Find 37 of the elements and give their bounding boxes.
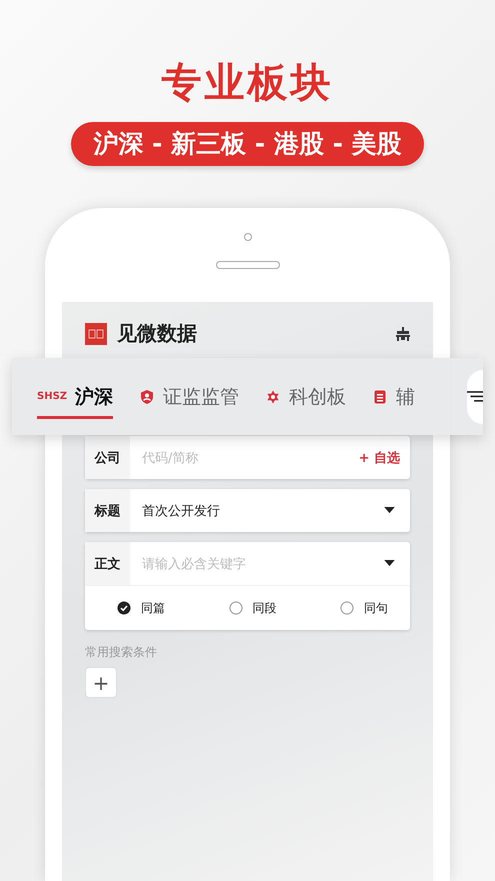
tab[interactable]: 证监监管 [139, 374, 240, 418]
field-label: 公司 [85, 436, 130, 479]
speaker-icon [216, 261, 280, 269]
field-placeholder: 请输入必含关键字 [141, 556, 247, 572]
field-value: 首次公开发行 [141, 502, 221, 520]
radio-button[interactable] [340, 601, 354, 615]
radio-label: 同句 [364, 600, 388, 616]
add-button[interactable]: + [85, 667, 117, 698]
shield-icon [139, 388, 156, 404]
field-placeholder: 代码/简称 [141, 450, 200, 466]
title-dropdown[interactable]: 标题 首次公开发行 [85, 489, 410, 532]
section-label: 常用搜索条件 [85, 644, 158, 661]
body-field[interactable]: 正文 请输入必含关键字 [85, 542, 410, 585]
caret-icon [384, 507, 395, 514]
markets-banner: 沪深 - 新三板 - 港股 - 美股 [71, 122, 424, 166]
star-icon [265, 388, 282, 404]
market-mark: SHSZ [37, 391, 68, 402]
caret-icon [384, 560, 395, 567]
radio-button[interactable] [117, 601, 131, 615]
logo-icon [85, 322, 107, 344]
add-watchlist-link[interactable]: + 自选 [358, 448, 410, 466]
headline: 专业板块 [162, 59, 334, 108]
company-field[interactable]: 公司 代码/简称 + 自选 [85, 436, 410, 479]
clipboard-icon [372, 388, 388, 404]
menu-button[interactable] [467, 370, 484, 424]
radio-button[interactable] [228, 601, 242, 615]
field-label: 标题 [85, 489, 130, 532]
radio-label: 同篇 [141, 600, 165, 616]
tab[interactable]: SHSZ 沪深 [37, 374, 114, 418]
field-label: 正文 [85, 542, 130, 585]
tab[interactable]: 辅 [372, 374, 416, 418]
menu-icon [467, 390, 484, 403]
structure-icon[interactable] [395, 326, 411, 342]
tab[interactable]: 科创板 [265, 374, 346, 418]
app-title: 见微数据 [117, 320, 197, 347]
camera-icon [244, 233, 252, 241]
radio-label: 同段 [252, 600, 276, 616]
